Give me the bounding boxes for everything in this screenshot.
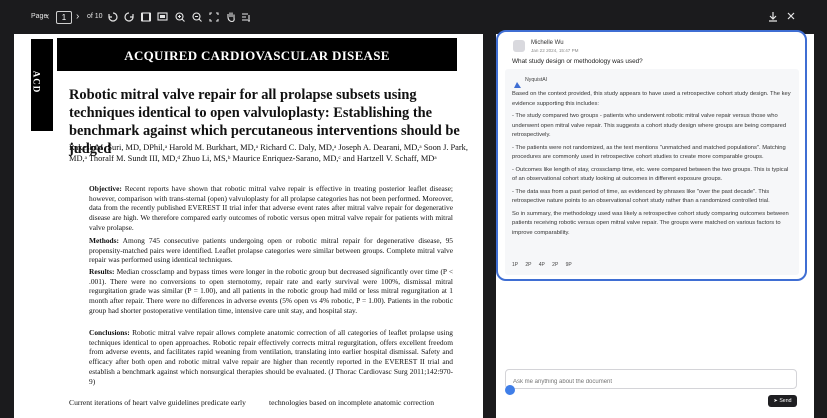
page-number-input[interactable]: 1	[56, 11, 72, 24]
download-icon[interactable]	[768, 9, 778, 25]
page-chip[interactable]: 4P	[539, 262, 551, 268]
zoom-in-icon[interactable]	[175, 9, 185, 25]
article-authors: Rakesh M. Suri, MD, DPhil,ᵃ Harold M. Bu…	[69, 143, 468, 163]
send-button[interactable]: ➤ Send	[768, 395, 797, 407]
assistant-shortcut-icon[interactable]	[505, 385, 515, 395]
body-text-left: Current iterations of heart valve guidel…	[69, 398, 246, 407]
pan-hand-icon[interactable]	[226, 9, 236, 25]
send-label: Send	[779, 398, 792, 404]
rotate-right-icon[interactable]	[124, 9, 134, 25]
body-text-right: technologies based on incomplete anatomi…	[269, 398, 435, 407]
page-chip[interactable]: 2P	[525, 262, 537, 268]
pdf-toolbar: Page ‹ 1 › of 10	[0, 0, 827, 34]
pdf-page: ACD ACQUIRED CARDIOVASCULAR DISEASE Robo…	[14, 34, 483, 418]
assistant-name: NyquistAI	[525, 77, 548, 83]
assistant-answer: Based on the context provided, this stud…	[512, 90, 794, 241]
prev-page-icon[interactable]: ‹	[46, 9, 49, 25]
page-label: Page	[31, 13, 48, 20]
page-count: of 10	[87, 13, 103, 20]
chat-input[interactable]	[511, 373, 785, 391]
fullscreen-icon[interactable]	[209, 9, 219, 25]
user-question: What study design or methodology was use…	[512, 58, 643, 65]
page-reference-chips: 1P 2P 4P 2P 9P	[512, 262, 578, 268]
page-chip[interactable]: 1P	[512, 262, 524, 268]
page-chip[interactable]: 2P	[552, 262, 564, 268]
text-select-icon[interactable]	[241, 9, 252, 25]
abstract-objective: Objective: Recent reports have shown tha…	[89, 184, 453, 232]
message-timestamp: Jan 22 2024, 15:47 PM	[531, 48, 579, 53]
page-chip[interactable]: 9P	[566, 262, 578, 268]
chat-input-box	[505, 369, 797, 391]
fit-page-icon[interactable]	[157, 9, 168, 25]
answer-paragraph: - The study compared two groups - patien…	[512, 113, 787, 138]
answer-paragraph: - The data was from a past period of tim…	[512, 188, 770, 205]
answer-paragraph: - Outcomes like length of stay, crosscla…	[512, 166, 789, 183]
fit-width-icon[interactable]	[141, 9, 151, 25]
next-page-icon[interactable]: ›	[76, 9, 79, 25]
zoom-out-icon[interactable]	[192, 9, 202, 25]
close-icon[interactable]	[786, 9, 796, 25]
avatar	[513, 40, 525, 52]
send-icon: ➤	[773, 398, 778, 404]
answer-paragraph: Based on the context provided, this stud…	[512, 91, 791, 107]
user-name: Michelle Wu	[531, 40, 564, 46]
section-banner: ACQUIRED CARDIOVASCULAR DISEASE	[57, 38, 457, 71]
abstract-conclusions: Conclusions: Robotic mitral valve repair…	[89, 328, 453, 386]
answer-paragraph: So in summary, the methodology used was …	[512, 210, 789, 236]
answer-paragraph: - The patients were not randomized, as t…	[512, 144, 786, 161]
section-side-tab: ACD	[31, 39, 53, 131]
abstract-methods: Methods: Among 745 consecutive patients …	[89, 236, 453, 265]
abstract-results: Results: Median crossclamp and bypass ti…	[89, 267, 453, 315]
rotate-left-icon[interactable]	[108, 9, 118, 25]
